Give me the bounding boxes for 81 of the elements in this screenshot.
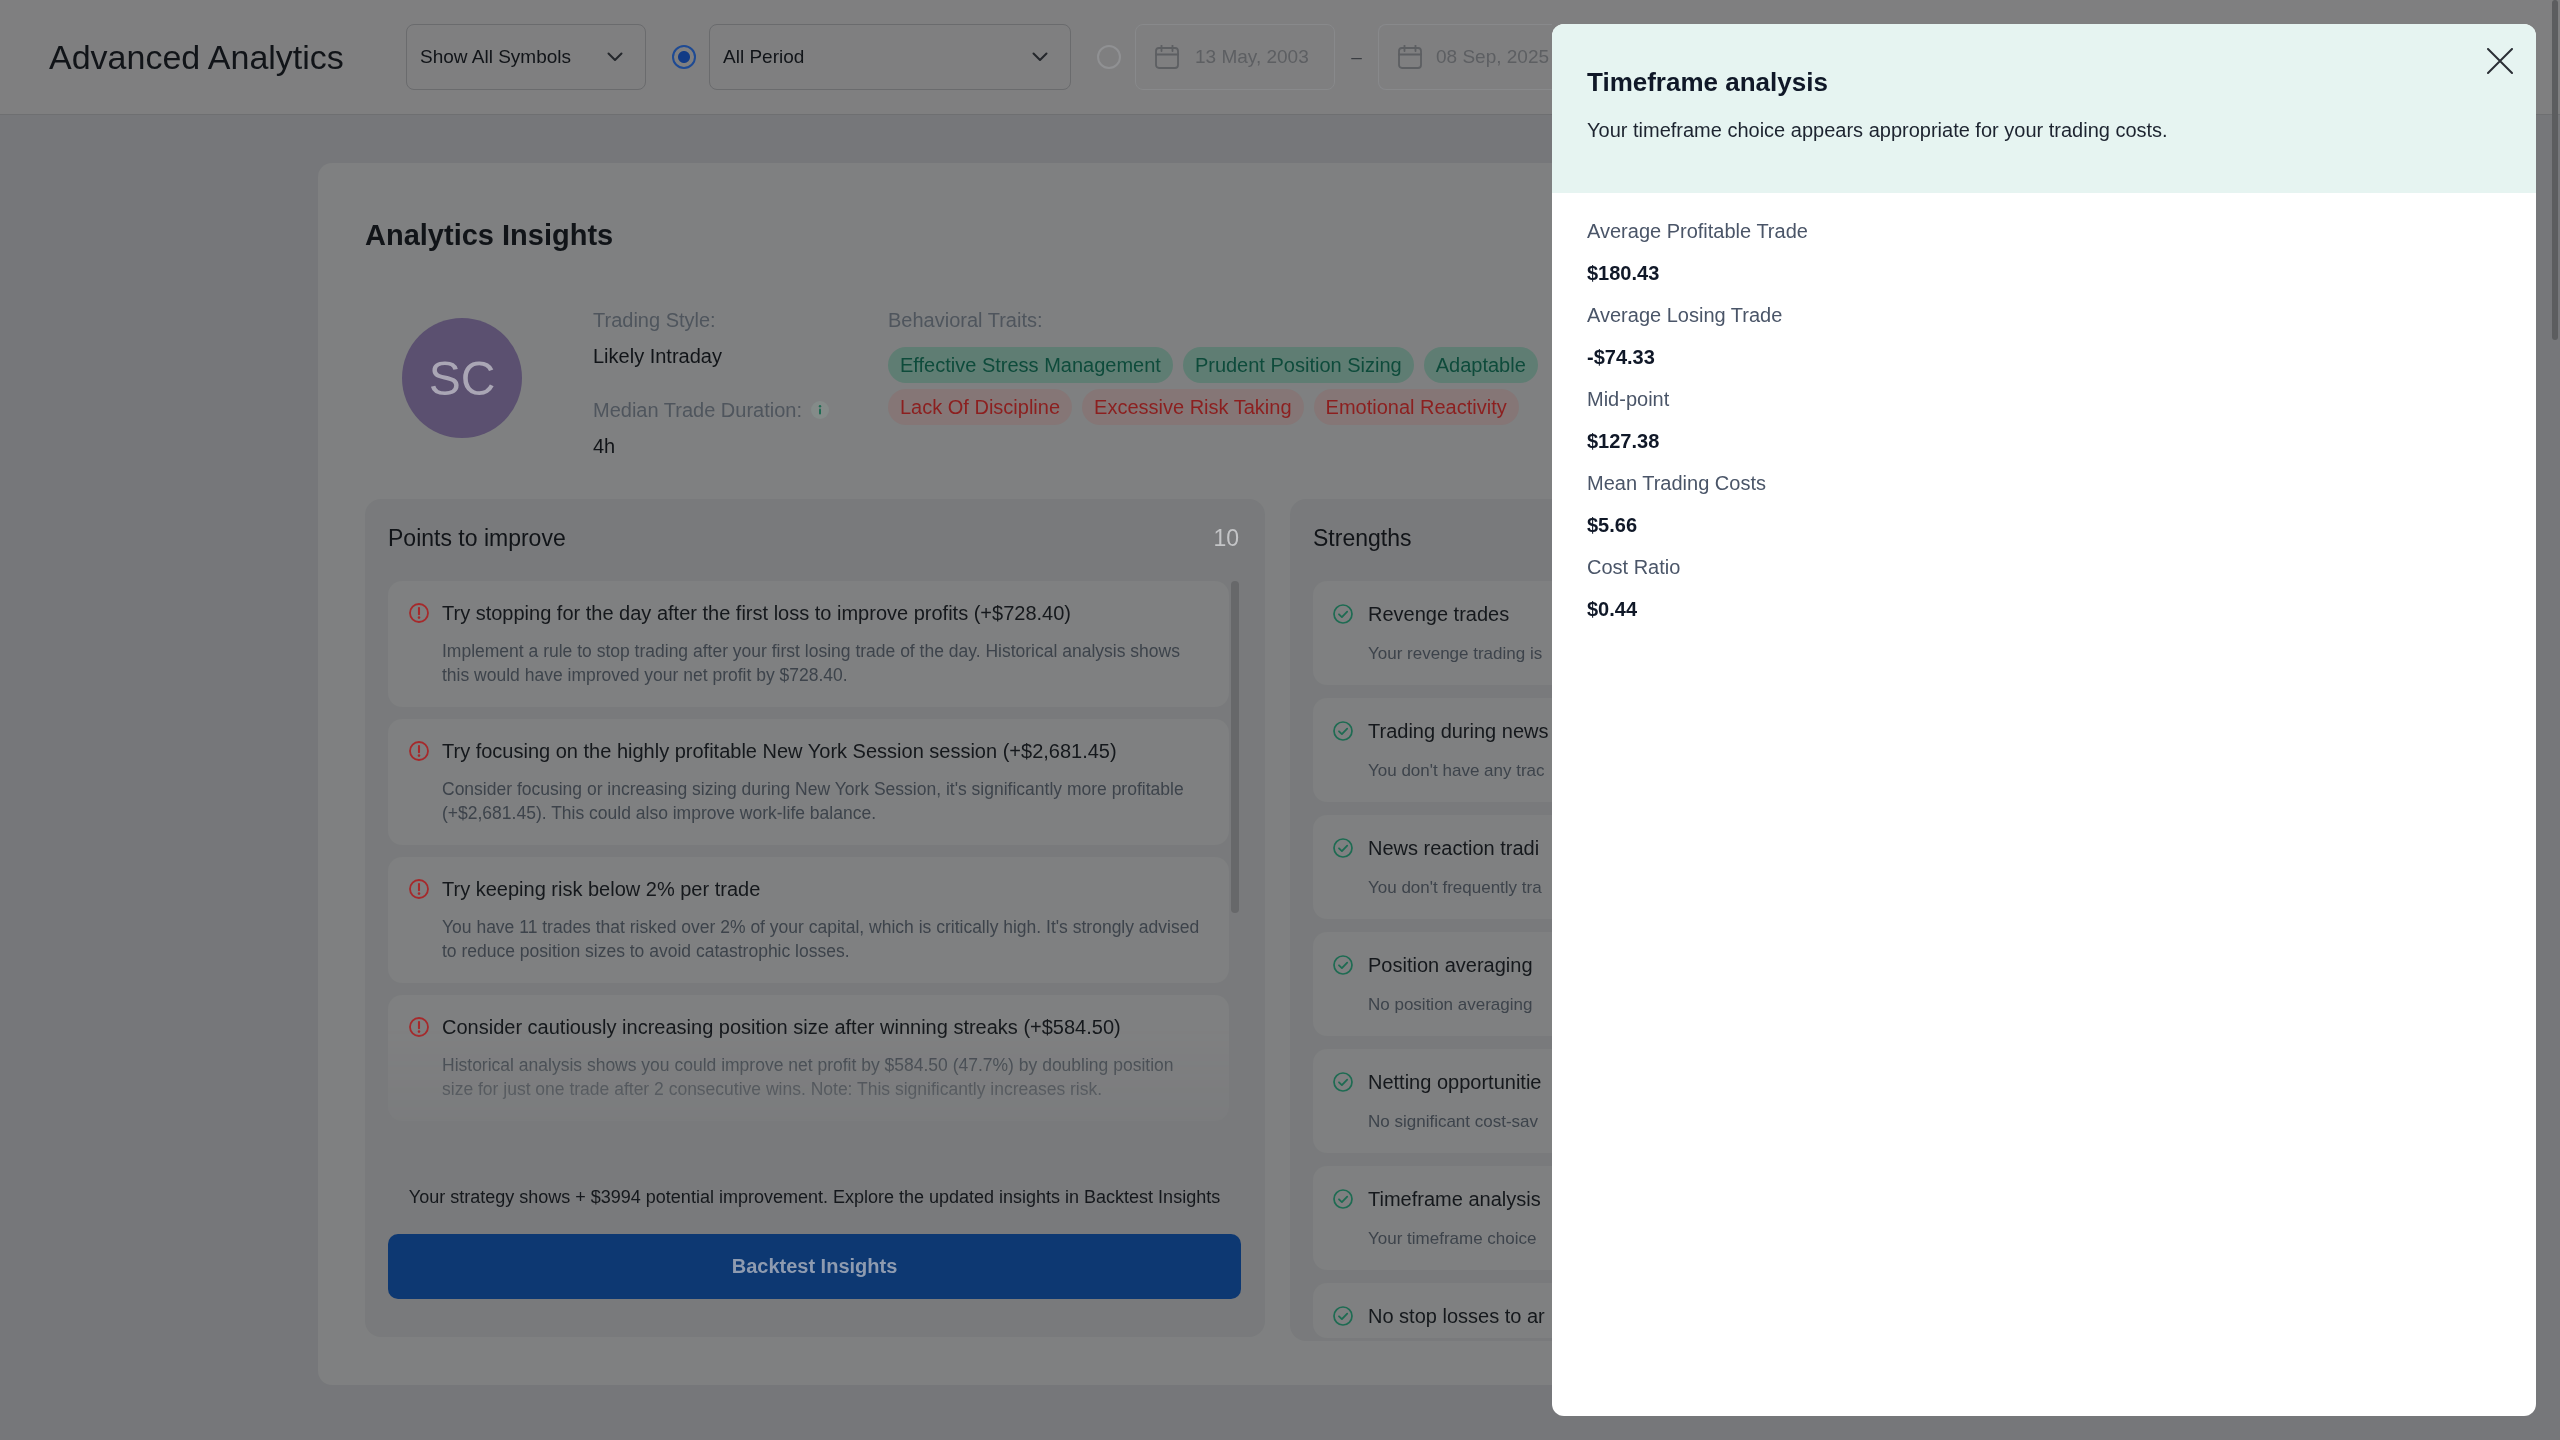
date-separator: –: [1350, 46, 1363, 68]
strength-description: Your timeframe choice: [1368, 1228, 1538, 1250]
improvement-title: Try stopping for the day after the first loss to improve profits (+$728.40): [442, 601, 1072, 626]
metric-label: Mean Trading Costs: [1587, 471, 1766, 496]
strength-card[interactable]: Revenge trades Your revenge trading is: [1313, 581, 1552, 685]
item-count: 10: [1213, 524, 1239, 553]
metric-value: $127.38: [1587, 429, 1660, 454]
alert-icon: [409, 1017, 429, 1037]
strength-title: Netting opportunitie: [1368, 1070, 1542, 1095]
panel-title: Points to improve: [388, 524, 566, 553]
avatar: SC: [402, 318, 522, 438]
strength-description: You don't have any trac: [1368, 760, 1546, 782]
alert-icon: [409, 879, 429, 899]
strength-title: News reaction tradi: [1368, 836, 1541, 861]
strength-title: Revenge trades: [1368, 602, 1511, 627]
metric-value: $0.44: [1587, 597, 1638, 622]
strength-description: Your revenge trading is: [1368, 643, 1543, 665]
alert-icon: [409, 741, 429, 761]
improvement-title: Consider cautiously increasing position size after winning streaks (+$584.50): [442, 1015, 1122, 1040]
check-icon: [1333, 1189, 1353, 1209]
strength-card[interactable]: Trading during news You don't have any trac: [1313, 698, 1552, 802]
panel-title: Strengths: [1313, 524, 1412, 553]
metric-label: Mid-point: [1587, 387, 1670, 412]
backtest-button[interactable]: Backtest Insights: [388, 1234, 1241, 1299]
improvement-card[interactable]: [388, 581, 1229, 707]
calendar-icon: [1398, 45, 1422, 69]
radio-button[interactable]: [672, 45, 696, 69]
field-value: Likely Intraday: [593, 344, 723, 369]
scrollbar-thumb[interactable]: [2552, 0, 2558, 340]
strength-title: Position averaging: [1368, 953, 1533, 978]
improvement-description: Consider focusing or increasing sizing during New York Session, it's significantly more profitable (+$2,681.45). This could also improve work-life balance.: [442, 778, 1185, 825]
metric-value: $5.66: [1587, 513, 1638, 538]
chevron-icon: [607, 52, 623, 62]
check-icon: [1333, 955, 1353, 975]
trait-tag: Lack Of Discipline: [888, 389, 1073, 425]
check-icon: [1333, 838, 1353, 858]
improvement-card[interactable]: [388, 719, 1229, 845]
field-value: 4h: [593, 434, 617, 459]
strength-title: No stop losses to ar: [1368, 1304, 1545, 1329]
calendar-icon: [1155, 45, 1179, 69]
close-icon: [2487, 48, 2513, 74]
metric-label: Average Losing Trade: [1587, 303, 1783, 328]
strength-description: You don't frequently tra: [1368, 877, 1542, 899]
improvement-title: Try keeping risk below 2% per trade: [442, 877, 762, 902]
close-button[interactable]: [2486, 47, 2514, 75]
chevron-icon: [1032, 52, 1048, 62]
period-select[interactable]: All Period: [709, 24, 1071, 90]
check-icon: [1333, 1306, 1353, 1326]
improvement-description: Implement a rule to stop trading after your first losing trade of the day. Historical analysis shows this would have improved your net profit by $728.40.: [442, 640, 1181, 687]
drawer-subtitle: Your timeframe choice appears appropriate for your trading costs.: [1587, 118, 2168, 143]
symbol-select[interactable]: Show All Symbols: [406, 24, 646, 90]
strength-card[interactable]: Position averaging No position averaging: [1313, 932, 1552, 1036]
strength-card[interactable]: Netting opportunitie No significant cost-sav: [1313, 1049, 1552, 1153]
card-title: Analytics Insights: [365, 218, 615, 253]
improvement-title: Try focusing on the highly profitable New York Session session (+$2,681.45): [442, 739, 1118, 764]
metric-label: Cost Ratio: [1587, 555, 1681, 580]
check-icon: [1333, 1072, 1353, 1092]
strength-description: No significant cost-sav: [1368, 1111, 1540, 1133]
info-icon[interactable]: [811, 401, 829, 419]
alert-icon: [409, 603, 429, 623]
metric-value: -$74.33: [1587, 345, 1655, 370]
metric-label: Average Profitable Trade: [1587, 219, 1808, 244]
trait-tag: Prudent Position Sizing: [1182, 347, 1414, 383]
strength-title: Trading during news: [1368, 719, 1549, 744]
strength-description: No position averaging: [1368, 994, 1533, 1016]
metric-value: $180.43: [1587, 261, 1660, 286]
check-icon: [1333, 721, 1353, 741]
check-icon: [1333, 604, 1353, 624]
improvement-card[interactable]: Try keeping risk below 2% per trade You have 11 trades that risked over 2% of your capital, which is critically high. It's strongly advised to reduce position sizes to avoid catastrophic losses.: [388, 857, 1229, 983]
improvement-description: You have 11 trades that risked over 2% of your capital, which is critically high. It's strongly advised to reduce position sizes to avoid catastrophic losses.: [442, 916, 1201, 963]
trait-tag: Excessive Risk Taking: [1082, 389, 1304, 425]
improvement-summary: Your strategy shows + $3994 potential improvement. Explore the updated insights in Backtest Insights: [407, 1186, 1222, 1209]
trait-tag: Effective Stress Management: [888, 347, 1173, 383]
strength-title: Timeframe analysis: [1368, 1187, 1541, 1212]
strength-card[interactable]: No stop losses to ar: [1313, 1283, 1552, 1338]
drawer-title: Timeframe analysis: [1587, 66, 1829, 99]
trait-tag: Adaptable: [1423, 347, 1538, 383]
strength-card[interactable]: News reaction tradi You don't frequently tra: [1313, 815, 1552, 919]
trait-tag: Emotional Reactivity: [1313, 389, 1519, 425]
strength-card[interactable]: Timeframe analysis Your timeframe choice: [1313, 1166, 1552, 1270]
page-title: Advanced Analytics: [49, 37, 345, 77]
